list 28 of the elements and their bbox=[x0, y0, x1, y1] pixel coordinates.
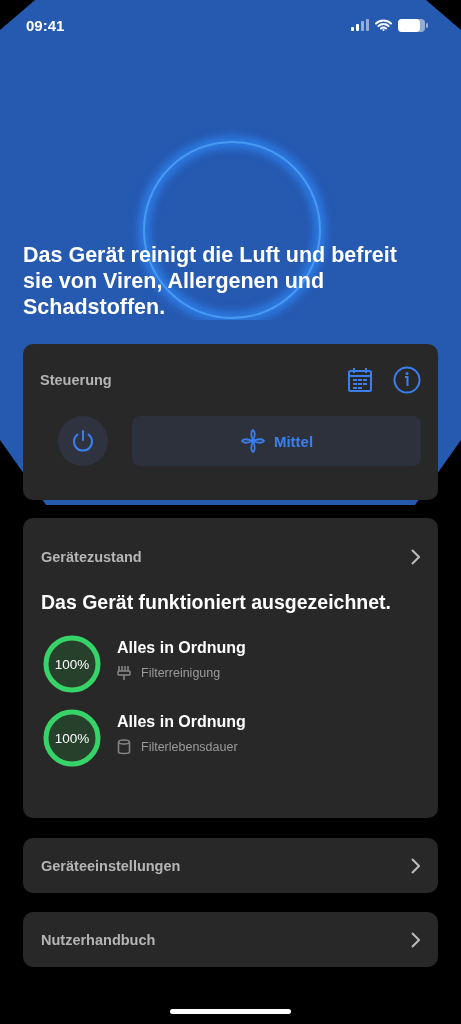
wifi-icon bbox=[375, 19, 392, 31]
percent-text: 100% bbox=[54, 730, 90, 746]
percent-text: 100% bbox=[54, 656, 90, 672]
info-icon[interactable] bbox=[393, 366, 421, 394]
card-title: Steuerung bbox=[40, 372, 112, 388]
status-text: Alles in Ordnung bbox=[117, 713, 246, 731]
power-button[interactable] bbox=[58, 416, 108, 466]
card-title: Gerätezustand bbox=[41, 549, 142, 565]
power-icon bbox=[71, 429, 95, 453]
status-time: 09:41 bbox=[26, 16, 65, 34]
calendar-icon[interactable] bbox=[347, 367, 373, 393]
progress-ring bbox=[41, 633, 103, 695]
chevron-right-icon bbox=[410, 857, 420, 874]
menu-link[interactable]: Nutzerhandbuch bbox=[23, 912, 438, 967]
brush-icon bbox=[117, 665, 131, 681]
headline: Das Gerät reinigt die Luft und befreit sie von Viren, Allergenen und Schadstoffen. bbox=[23, 242, 398, 320]
cylinder-icon bbox=[117, 739, 131, 755]
chevron-right-icon bbox=[410, 931, 420, 948]
menu-link[interactable]: Geräteeinstellungen bbox=[23, 838, 438, 893]
status-text: Alles in Ordnung bbox=[117, 639, 246, 657]
chevron-right-icon[interactable] bbox=[410, 549, 420, 565]
item-label: Filterlebensdauer bbox=[141, 740, 238, 754]
item-label: Filterreinigung bbox=[141, 666, 221, 680]
fan-icon bbox=[239, 428, 266, 454]
signal-icon bbox=[351, 19, 369, 31]
status-summary: Das Gerät funktioniert ausgezeichnet. bbox=[41, 590, 392, 615]
progress-ring bbox=[41, 707, 103, 769]
battery-icon bbox=[398, 18, 428, 32]
